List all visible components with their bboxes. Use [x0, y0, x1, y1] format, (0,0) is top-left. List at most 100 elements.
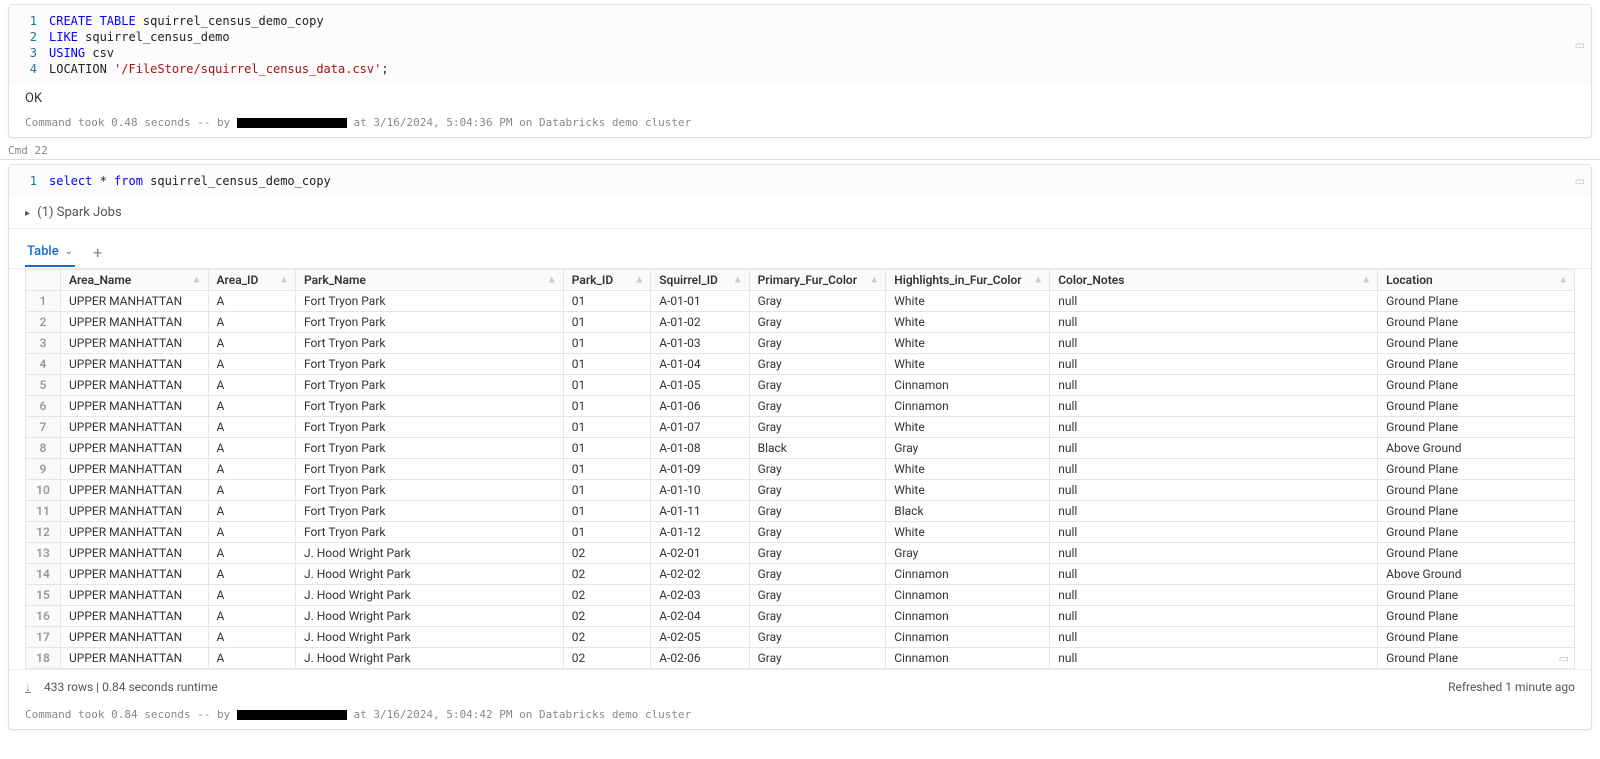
- cell[interactable]: Fort Tryon Park: [295, 354, 563, 375]
- cell[interactable]: UPPER MANHATTAN: [60, 333, 208, 354]
- sort-icon[interactable]: ▲: [547, 275, 557, 286]
- cell[interactable]: null: [1050, 585, 1378, 606]
- cell[interactable]: 02: [563, 564, 650, 585]
- cell[interactable]: White: [886, 333, 1050, 354]
- spark-jobs-toggle[interactable]: ▸ (1) Spark Jobs: [9, 197, 1591, 229]
- cell[interactable]: UPPER MANHATTAN: [60, 606, 208, 627]
- cell[interactable]: Gray: [749, 291, 886, 312]
- column-header[interactable]: Squirrel_ID▲: [651, 270, 749, 291]
- cell[interactable]: A-01-08: [651, 438, 749, 459]
- cell[interactable]: Ground Plane: [1378, 606, 1575, 627]
- cell[interactable]: A-02-05: [651, 627, 749, 648]
- cell[interactable]: Cinnamon: [886, 375, 1050, 396]
- cell[interactable]: J. Hood Wright Park: [295, 606, 563, 627]
- cell[interactable]: Gray: [886, 543, 1050, 564]
- cell[interactable]: Gray: [886, 438, 1050, 459]
- cell[interactable]: A-01-11: [651, 501, 749, 522]
- column-header[interactable]: Area_Name▲: [60, 270, 208, 291]
- cell[interactable]: A-01-10: [651, 480, 749, 501]
- cell[interactable]: Gray: [749, 396, 886, 417]
- cell[interactable]: A-02-03: [651, 585, 749, 606]
- cell[interactable]: Black: [886, 501, 1050, 522]
- cell[interactable]: null: [1050, 543, 1378, 564]
- cell[interactable]: A: [208, 627, 295, 648]
- cell[interactable]: null: [1050, 333, 1378, 354]
- cell[interactable]: Gray: [749, 417, 886, 438]
- table-row[interactable]: 9UPPER MANHATTANAFort Tryon Park01A-01-0…: [26, 459, 1575, 480]
- cell[interactable]: 01: [563, 396, 650, 417]
- cell[interactable]: A: [208, 375, 295, 396]
- cell[interactable]: Gray: [749, 501, 886, 522]
- cell[interactable]: Ground Plane: [1378, 627, 1575, 648]
- cell[interactable]: Ground Plane: [1378, 585, 1575, 606]
- cell[interactable]: null: [1050, 564, 1378, 585]
- cell[interactable]: A-01-09: [651, 459, 749, 480]
- cell[interactable]: White: [886, 459, 1050, 480]
- table-row[interactable]: 13UPPER MANHATTANAJ. Hood Wright Park02A…: [26, 543, 1575, 564]
- cell[interactable]: UPPER MANHATTAN: [60, 564, 208, 585]
- cell[interactable]: null: [1050, 312, 1378, 333]
- cell[interactable]: A-01-07: [651, 417, 749, 438]
- cell[interactable]: A-01-03: [651, 333, 749, 354]
- cell[interactable]: 01: [563, 438, 650, 459]
- cell[interactable]: 01: [563, 459, 650, 480]
- cell[interactable]: White: [886, 522, 1050, 543]
- table-row[interactable]: 5UPPER MANHATTANAFort Tryon Park01A-01-0…: [26, 375, 1575, 396]
- cell[interactable]: Cinnamon: [886, 627, 1050, 648]
- cell[interactable]: A-01-12: [651, 522, 749, 543]
- result-table-wrap[interactable]: Area_Name▲Area_ID▲Park_Name▲Park_ID▲Squi…: [25, 269, 1575, 669]
- cell[interactable]: null: [1050, 438, 1378, 459]
- cell[interactable]: null: [1050, 480, 1378, 501]
- cell[interactable]: A: [208, 543, 295, 564]
- cell[interactable]: Fort Tryon Park: [295, 459, 563, 480]
- cell[interactable]: null: [1050, 396, 1378, 417]
- cell[interactable]: Ground Plane: [1378, 396, 1575, 417]
- table-row[interactable]: 11UPPER MANHATTANAFort Tryon Park01A-01-…: [26, 501, 1575, 522]
- cell[interactable]: Ground Plane: [1378, 312, 1575, 333]
- collapse-handle-icon[interactable]: ▭: [1575, 39, 1585, 52]
- column-header[interactable]: Primary_Fur_Color▲: [749, 270, 886, 291]
- cell[interactable]: UPPER MANHATTAN: [60, 375, 208, 396]
- cell[interactable]: Ground Plane: [1378, 459, 1575, 480]
- cell[interactable]: UPPER MANHATTAN: [60, 396, 208, 417]
- cell[interactable]: Ground Plane: [1378, 417, 1575, 438]
- cell[interactable]: A-01-05: [651, 375, 749, 396]
- cell[interactable]: Gray: [749, 333, 886, 354]
- cell[interactable]: A: [208, 396, 295, 417]
- column-header[interactable]: Highlights_in_Fur_Color▲: [886, 270, 1050, 291]
- cell[interactable]: White: [886, 312, 1050, 333]
- sort-icon[interactable]: ▲: [279, 275, 289, 286]
- cell[interactable]: 01: [563, 522, 650, 543]
- cell[interactable]: Cinnamon: [886, 585, 1050, 606]
- cell[interactable]: A: [208, 480, 295, 501]
- cell[interactable]: Cinnamon: [886, 396, 1050, 417]
- cell[interactable]: J. Hood Wright Park: [295, 543, 563, 564]
- table-row[interactable]: 17UPPER MANHATTANAJ. Hood Wright Park02A…: [26, 627, 1575, 648]
- cell[interactable]: A-02-06: [651, 648, 749, 669]
- cell[interactable]: 02: [563, 585, 650, 606]
- sort-icon[interactable]: ▲: [192, 275, 202, 286]
- cell[interactable]: Gray: [749, 459, 886, 480]
- cell[interactable]: Ground Plane: [1378, 375, 1575, 396]
- cell[interactable]: A-01-02: [651, 312, 749, 333]
- cell[interactable]: Gray: [749, 627, 886, 648]
- cell[interactable]: J. Hood Wright Park: [295, 585, 563, 606]
- column-header[interactable]: Park_ID▲: [563, 270, 650, 291]
- cell[interactable]: UPPER MANHATTAN: [60, 438, 208, 459]
- cell[interactable]: null: [1050, 375, 1378, 396]
- cell[interactable]: Gray: [749, 480, 886, 501]
- cell[interactable]: Fort Tryon Park: [295, 333, 563, 354]
- cell[interactable]: J. Hood Wright Park: [295, 564, 563, 585]
- table-row[interactable]: 12UPPER MANHATTANAFort Tryon Park01A-01-…: [26, 522, 1575, 543]
- column-header[interactable]: Location▲: [1378, 270, 1575, 291]
- cell[interactable]: null: [1050, 501, 1378, 522]
- cell[interactable]: Gray: [749, 606, 886, 627]
- cell[interactable]: UPPER MANHATTAN: [60, 501, 208, 522]
- sort-icon[interactable]: ▲: [733, 275, 743, 286]
- table-overflow-icon[interactable]: ▭: [1559, 652, 1569, 665]
- cell[interactable]: Gray: [749, 354, 886, 375]
- sort-icon[interactable]: ▲: [869, 275, 879, 286]
- table-row[interactable]: 2UPPER MANHATTANAFort Tryon Park01A-01-0…: [26, 312, 1575, 333]
- cell[interactable]: A-02-04: [651, 606, 749, 627]
- cell[interactable]: null: [1050, 417, 1378, 438]
